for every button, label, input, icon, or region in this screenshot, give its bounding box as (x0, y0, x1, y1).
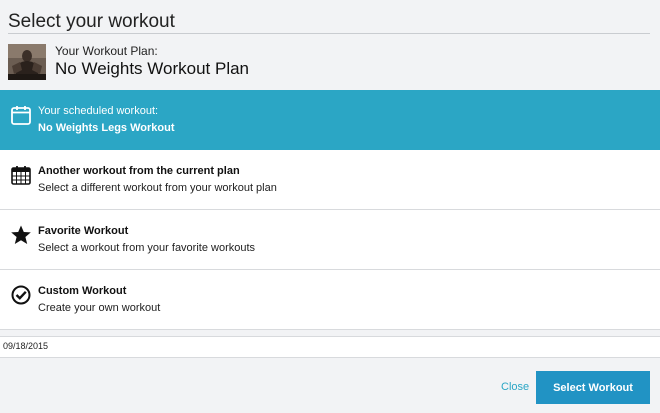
option-subtitle: Select a workout from your favorite work… (38, 242, 256, 254)
option-current-plan-workout[interactable]: Another workout from the current plan Se… (0, 150, 660, 210)
plan-thumbnail (8, 44, 46, 80)
option-custom-workout[interactable]: Custom Workout Create your own workout (0, 270, 660, 330)
star-icon (11, 225, 31, 244)
workout-plan-header: Your Workout Plan: No Weights Workout Pl… (8, 44, 648, 84)
plan-caption: Your Workout Plan: (55, 44, 158, 58)
select-workout-dialog: Select your workout Your Workout Plan: N… (0, 0, 660, 413)
check-circle-icon (11, 285, 31, 305)
athlete-photo-icon (8, 44, 46, 80)
option-title: Custom Workout (38, 285, 127, 297)
option-subtitle: Select a different workout from your wor… (38, 182, 277, 194)
option-subtitle: No Weights Legs Workout (38, 122, 175, 134)
plan-name: No Weights Workout Plan (55, 59, 250, 78)
option-title: Favorite Workout (38, 225, 129, 237)
option-favorite-workout[interactable]: Favorite Workout Select a workout from y… (0, 210, 660, 270)
calendar-grid-icon (11, 166, 31, 185)
date-field-row (0, 336, 660, 358)
option-subtitle: Create your own workout (38, 302, 161, 314)
option-title: Your scheduled workout: (38, 105, 159, 117)
title-divider (8, 33, 650, 34)
option-title: Another workout from the current plan (38, 165, 240, 177)
date-input[interactable] (3, 341, 303, 351)
dialog-title: Select your workout (8, 11, 175, 32)
option-scheduled-workout[interactable]: Your scheduled workout: No Weights Legs … (0, 90, 660, 150)
calendar-icon (11, 106, 31, 125)
workout-options-list: Your scheduled workout: No Weights Legs … (0, 90, 660, 330)
select-workout-button[interactable]: Select Workout (536, 371, 650, 404)
close-button[interactable]: Close (501, 381, 529, 393)
